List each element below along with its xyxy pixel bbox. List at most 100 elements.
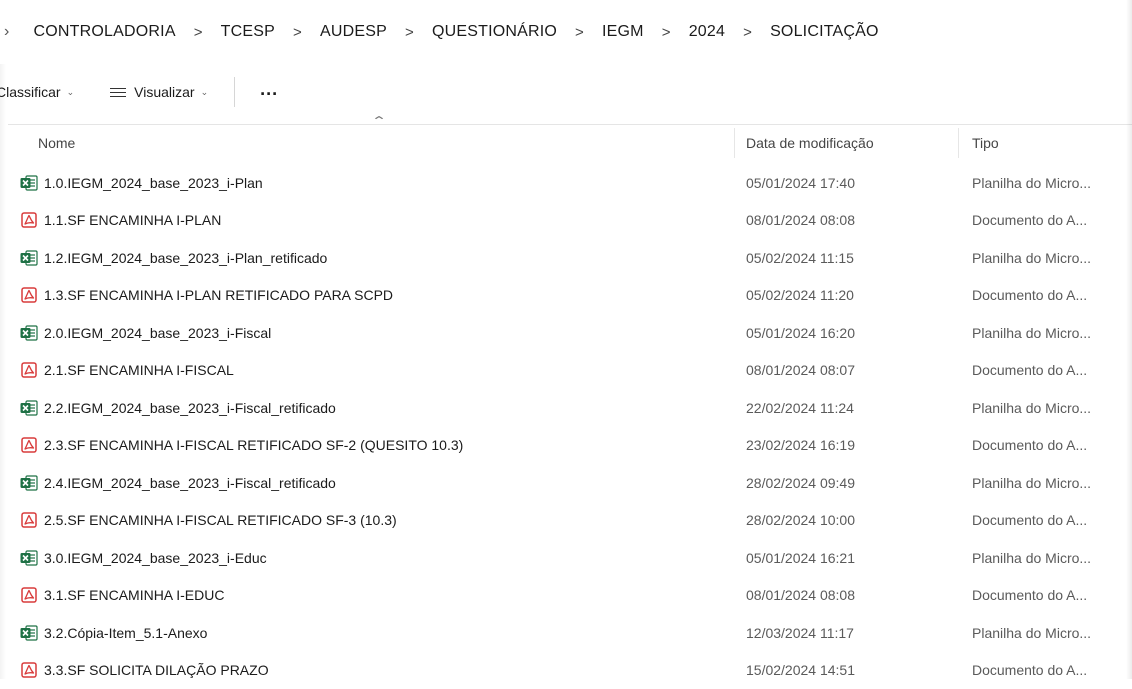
breadcrumb-item-questionario[interactable]: QUESTIONÁRIO [430,23,559,41]
file-name-cell[interactable]: 3.0.IEGM_2024_base_2023_i-Educ [20,550,267,566]
file-name-cell[interactable]: 3.3.SF SOLICITA DILAÇÃO PRAZO [20,662,269,678]
column-divider[interactable] [958,128,959,158]
file-row[interactable]: 3.2.Cópia-Item_5.1-Anexo 12/03/2024 11:17… [0,614,1132,652]
file-modified-date: 22/02/2024 11:24 [746,400,854,416]
file-row[interactable]: 1.0.IEGM_2024_base_2023_i-Plan 05/01/2024… [0,164,1132,202]
file-name: 3.0.IEGM_2024_base_2023_i-Educ [44,550,267,566]
file-row[interactable]: 2.2.IEGM_2024_base_2023_i-Fiscal_retific… [0,389,1132,427]
column-header-name-label: Nome [38,135,75,151]
chevron-down-icon: ⌄ [201,87,209,98]
file-name-cell[interactable]: 3.1.SF ENCAMINHA I-EDUC [20,587,224,603]
more-options-button[interactable]: ... [260,84,278,100]
file-name-cell[interactable]: 1.0.IEGM_2024_base_2023_i-Plan [20,175,263,191]
file-row[interactable]: 2.1.SF ENCAMINHA I-FISCAL08/01/2024 08:0… [0,352,1132,390]
breadcrumb-separator[interactable]: > [646,24,687,41]
pdf-icon [20,212,38,228]
column-header-date[interactable]: Data de modificação [746,128,950,158]
file-row[interactable]: 2.0.IEGM_2024_base_2023_i-Fiscal 05/01/20… [0,314,1132,352]
column-header-name[interactable]: Nome [38,128,734,158]
excel-icon [20,475,38,491]
file-name: 2.1.SF ENCAMINHA I-FISCAL [44,362,234,378]
file-row[interactable]: 2.3.SF ENCAMINHA I-FISCAL RETIFICADO SF-… [0,427,1132,465]
file-type: Documento do A... [972,437,1087,453]
file-row[interactable]: 3.1.SF ENCAMINHA I-EDUC 08/01/2024 08:08 D… [0,577,1132,615]
file-row[interactable]: 3.0.IEGM_2024_base_2023_i-Educ 05/01/2024… [0,539,1132,577]
breadcrumb-item-audesp[interactable]: AUDESP [318,23,389,41]
file-row[interactable]: 3.3.SF SOLICITA DILAÇÃO PRAZO15/02/2024 … [0,652,1132,689]
file-name-cell[interactable]: 2.5.SF ENCAMINHA I-FISCAL RETIFICADO SF-… [20,512,397,528]
file-row[interactable]: 1.1.SF ENCAMINHA I-PLAN08/01/2024 08:08D… [0,202,1132,240]
file-modified-date: 05/01/2024 16:21 [746,550,855,566]
file-name-cell[interactable]: 1.1.SF ENCAMINHA I-PLAN [20,212,221,228]
file-row[interactable]: 2.4.IEGM_2024_base_2023_i-Fiscal_retific… [0,464,1132,502]
pdf-icon [20,437,38,453]
file-name-cell[interactable]: 2.1.SF ENCAMINHA I-FISCAL [20,362,234,378]
file-name-cell[interactable]: 1.3.SF ENCAMINHA I-PLAN RETIFICADO PARA … [20,287,393,303]
pdf-icon [20,587,38,603]
pdf-icon [20,662,38,678]
window-edge-shadow [1126,0,1132,679]
file-modified-date: 05/02/2024 11:15 [746,250,854,266]
file-modified-date: 05/02/2024 11:20 [746,287,854,303]
file-type: Planilha do Micro... [972,325,1091,341]
file-modified-date: 05/01/2024 16:20 [746,325,855,341]
file-type: Planilha do Micro... [972,175,1091,191]
file-name: 1.1.SF ENCAMINHA I-PLAN [44,212,221,228]
file-name: 1.3.SF ENCAMINHA I-PLAN RETIFICADO PARA … [44,287,393,303]
file-type: Documento do A... [972,587,1087,603]
file-type: Documento do A... [972,362,1087,378]
file-row[interactable]: 2.5.SF ENCAMINHA I-FISCAL RETIFICADO SF-… [0,502,1132,540]
pdf-icon [20,512,38,528]
file-row[interactable]: 1.2.IEGM_2024_base_2023_i-Plan_retificad… [0,239,1132,277]
sort-button[interactable]: Classificar ⌄ [0,84,74,100]
file-modified-date: 05/01/2024 17:40 [746,175,855,191]
column-header-type-label: Tipo [972,135,999,151]
breadcrumb-separator[interactable]: > [559,24,600,41]
breadcrumb-item-solicitacao[interactable]: SOLICITAÇÃO [768,23,881,41]
pane-edge-shadow [0,64,6,679]
file-name-cell[interactable]: 2.3.SF ENCAMINHA I-FISCAL RETIFICADO SF-… [20,437,463,453]
file-type: Planilha do Micro... [972,550,1091,566]
view-button[interactable]: Visualizar ⌄ [110,84,208,100]
file-modified-date: 12/03/2024 11:17 [746,625,854,641]
breadcrumb-item-2024[interactable]: 2024 [687,23,727,41]
breadcrumb-item-iegm[interactable]: IEGM [600,23,646,41]
excel-icon [20,325,38,341]
breadcrumb-item-tcesp[interactable]: TCESP [219,23,277,41]
breadcrumb-separator[interactable]: > [178,24,219,41]
chevron-down-icon: ⌄ [67,87,75,98]
file-type: Planilha do Micro... [972,475,1091,491]
file-name: 2.5.SF ENCAMINHA I-FISCAL RETIFICADO SF-… [44,512,397,528]
file-name-cell[interactable]: 2.2.IEGM_2024_base_2023_i-Fiscal_retific… [20,400,336,416]
list-view-icon [110,86,126,98]
file-list: 1.0.IEGM_2024_base_2023_i-Plan 05/01/2024… [0,164,1132,689]
file-name-cell[interactable]: 1.2.IEGM_2024_base_2023_i-Plan_retificad… [20,250,327,266]
column-header-type[interactable]: Tipo [972,128,1132,158]
file-name: 2.4.IEGM_2024_base_2023_i-Fiscal_retific… [44,475,336,491]
file-name: 2.0.IEGM_2024_base_2023_i-Fiscal [44,325,271,341]
file-row[interactable]: 1.3.SF ENCAMINHA I-PLAN RETIFICADO PARA … [0,277,1132,315]
breadcrumb-expand-chevron-icon[interactable]: › [4,23,10,41]
excel-icon [20,400,38,416]
excel-icon [20,550,38,566]
file-type: Planilha do Micro... [972,625,1091,641]
toolbar-separator [8,124,1132,125]
breadcrumb-item-controladoria[interactable]: CONTROLADORIA [32,23,178,41]
pdf-icon [20,362,38,378]
toolbar-divider [234,77,235,107]
file-type: Documento do A... [972,662,1087,678]
file-name-cell[interactable]: 2.4.IEGM_2024_base_2023_i-Fiscal_retific… [20,475,336,491]
file-name-cell[interactable]: 2.0.IEGM_2024_base_2023_i-Fiscal [20,325,271,341]
view-button-label: Visualizar [134,84,194,100]
file-name: 2.2.IEGM_2024_base_2023_i-Fiscal_retific… [44,400,336,416]
breadcrumb-separator[interactable]: > [727,24,768,41]
file-name: 1.2.IEGM_2024_base_2023_i-Plan_retificad… [44,250,327,266]
file-type: Planilha do Micro... [972,250,1091,266]
file-modified-date: 08/01/2024 08:08 [746,587,855,603]
file-name-cell[interactable]: 3.2.Cópia-Item_5.1-Anexo [20,625,207,641]
excel-icon [20,625,38,641]
file-name: 3.1.SF ENCAMINHA I-EDUC [44,587,224,603]
breadcrumb-separator[interactable]: > [277,24,318,41]
breadcrumb-separator[interactable]: > [389,24,430,41]
column-divider[interactable] [734,128,735,158]
